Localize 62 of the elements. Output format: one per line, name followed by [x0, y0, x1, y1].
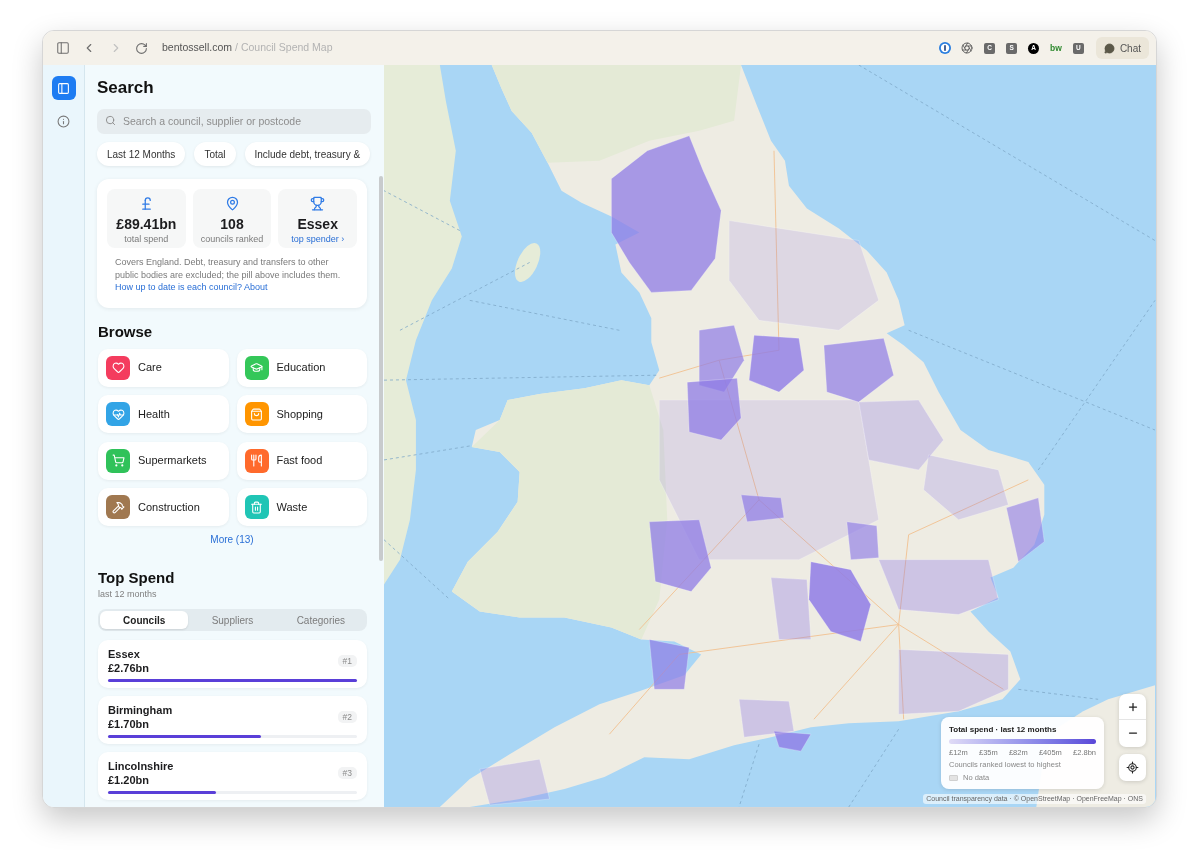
aperture-icon[interactable] [961, 42, 974, 54]
council-name: Lincolnshire [108, 759, 174, 773]
about-link[interactable]: About [244, 282, 268, 292]
top-spend-subtitle: last 12 months [97, 588, 158, 600]
category-button[interactable]: Care [98, 348, 229, 387]
pin-icon [224, 196, 240, 211]
stat-caption: total spend [124, 234, 169, 245]
category-button[interactable]: Shopping [236, 395, 367, 433]
scrollbar-thumb[interactable] [379, 176, 383, 561]
extension-button[interactable]: bw [1050, 42, 1062, 54]
category-button[interactable]: Construction [98, 488, 229, 526]
ranking-card[interactable]: Essex £2.76bn #1 [98, 640, 367, 688]
locate-button[interactable] [1119, 754, 1146, 781]
panel-icon [57, 81, 70, 95]
info-icon [57, 114, 70, 128]
tab[interactable]: Councils [100, 611, 189, 629]
sidebar-toggle-button[interactable] [51, 76, 76, 100]
reload-icon[interactable] [135, 41, 148, 55]
filter-pill[interactable]: Total [194, 142, 236, 166]
browse-heading: Browse [97, 321, 154, 342]
filter-pill[interactable]: Include debt, treasury & [244, 142, 371, 166]
top-spender-link[interactable]: top spender › [291, 234, 345, 245]
chat-button[interactable]: Chat [1095, 37, 1149, 59]
category-button[interactable]: Supermarkets [98, 441, 229, 480]
stat-value: £89.41bn [116, 215, 177, 233]
search-field[interactable]: Search a council, supplier or postcode [97, 108, 371, 134]
trophy-icon [310, 196, 326, 211]
ring-icon[interactable] [939, 42, 952, 54]
spend-amount: £2.76bn [108, 661, 149, 675]
rank-badge: #2 [337, 711, 357, 723]
speech-bubble-icon [1103, 42, 1115, 54]
rank-badge: #1 [337, 655, 357, 667]
more-link[interactable]: More (13) [210, 533, 254, 547]
top-spend-heading: Top Spend [97, 568, 176, 588]
category-button[interactable]: Waste [236, 488, 367, 526]
tab[interactable]: Categories [276, 611, 365, 629]
ranking-card[interactable]: Lincolnshire £1.20bn #3 [98, 752, 367, 800]
page-title: / Council Spend Map [235, 40, 333, 56]
tab[interactable]: Suppliers [188, 611, 277, 629]
category-button[interactable]: Education [236, 348, 367, 387]
url-domain[interactable]: bentossell.com [162, 40, 233, 56]
coverage-note: Covers England. Debt, treasury and transfers to other public bodies are excluded; the pill above includes them. How up to date is each council? About [114, 256, 342, 294]
stat-value: Essex [297, 215, 338, 233]
rank-badge: #3 [337, 767, 357, 779]
spend-amount: £1.70bn [108, 717, 150, 731]
freshness-link[interactable]: How up to date is each council? [115, 282, 243, 292]
legend-title: Total spend · last 12 months [949, 724, 1058, 735]
stat-caption: councils ranked [200, 234, 264, 245]
council-name: Birmingham [108, 703, 173, 717]
stat-value: 108 [220, 215, 244, 233]
spend-amount: £1.20bn [108, 773, 150, 787]
filter-pill[interactable]: Last 12 Months [97, 142, 186, 166]
swatch-icon [949, 775, 958, 781]
category-button[interactable]: Fast food [236, 441, 367, 480]
sidebar-icon[interactable] [56, 41, 70, 55]
search-icon [105, 115, 116, 126]
search-heading: Search [97, 77, 155, 99]
plus-icon [1126, 700, 1139, 713]
ranking-card[interactable]: Birmingham £1.70bn #2 [98, 696, 367, 744]
category-button[interactable]: Health [98, 395, 229, 433]
locate-icon [1126, 761, 1139, 774]
council-name: Essex [108, 647, 141, 661]
